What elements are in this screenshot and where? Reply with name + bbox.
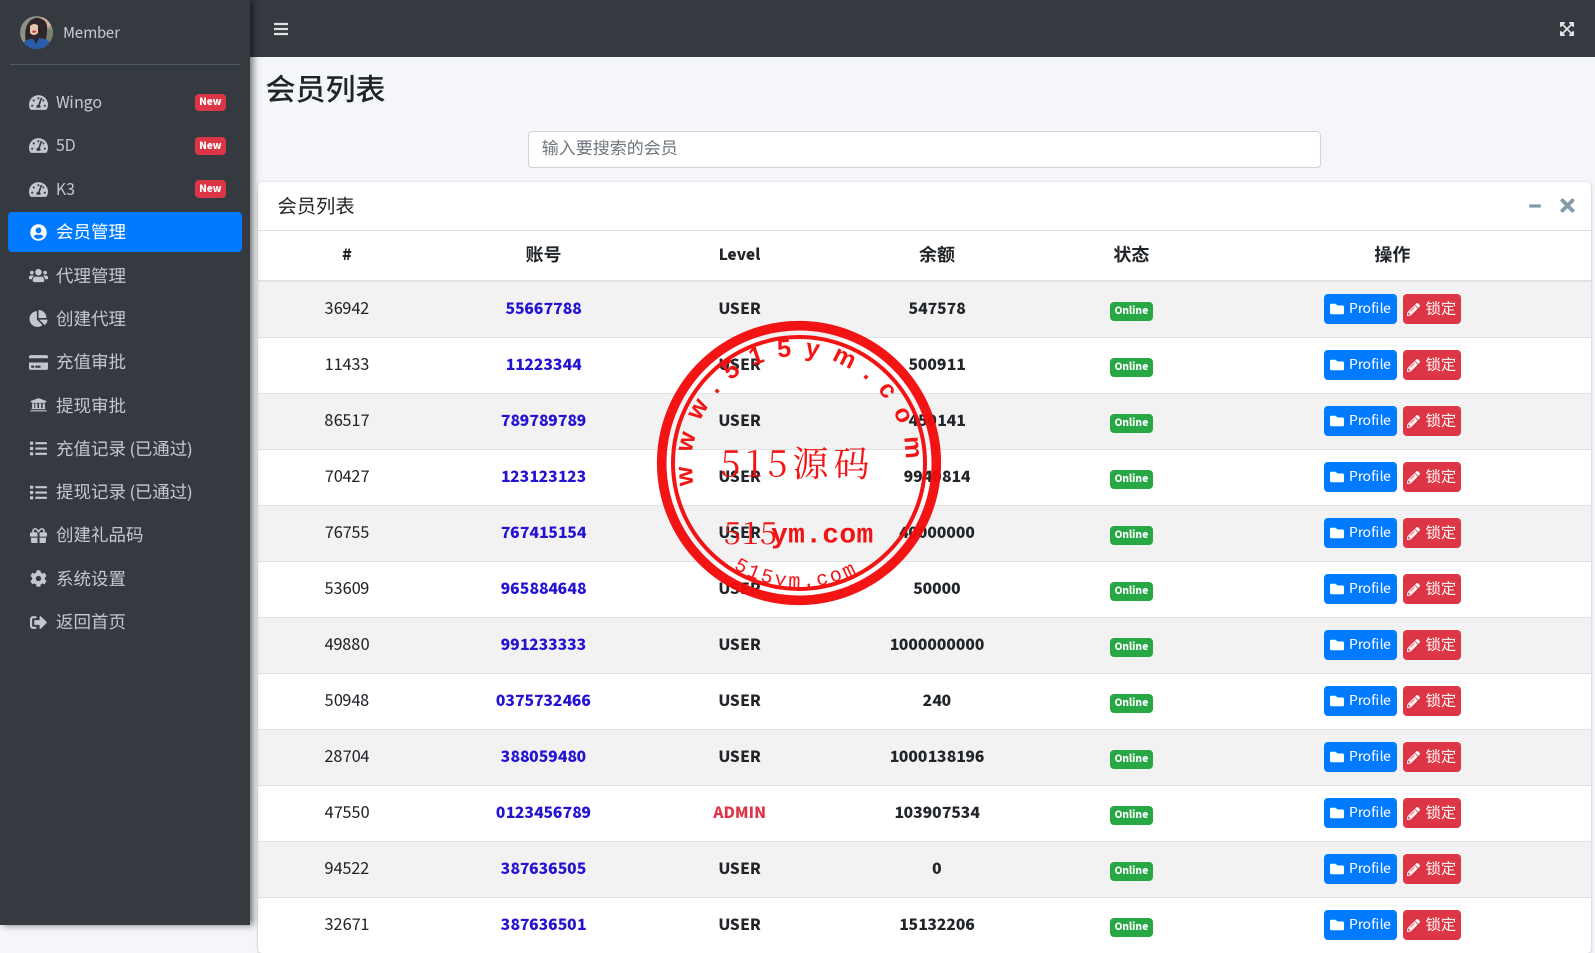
- svg-text:515源码: 515源码: [720, 437, 874, 488]
- svg-text:ym.com: ym.com: [771, 521, 874, 552]
- svg-text:515: 515: [724, 508, 778, 553]
